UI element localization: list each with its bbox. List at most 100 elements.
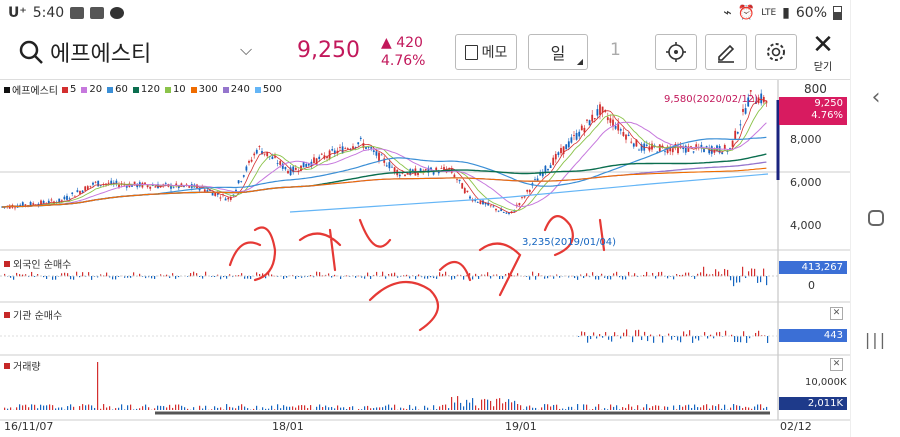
volume-bar [241,404,243,410]
candle-body [632,143,635,147]
foreign-bar [733,276,735,287]
volume-bar [100,408,102,410]
home-icon[interactable] [851,210,900,226]
foreign-bar [46,276,48,279]
candle-body [463,188,466,194]
volume-bar [358,409,360,410]
foreign-bar [154,276,156,279]
volume-bar [118,407,120,410]
settings-button[interactable] [755,34,797,70]
inst-bar [725,330,727,337]
inst-bar [650,334,652,337]
close-panel-icon[interactable]: ✕ [830,307,843,320]
foreign-bar [70,276,72,280]
foreign-bar [742,266,744,277]
volume-bar [622,407,624,410]
up-triangle-icon: ▲ [381,35,392,51]
foreign-bar [370,276,372,279]
foreign-bar [670,276,672,277]
volume-bar [655,405,657,410]
back-icon[interactable]: ‹ [851,85,900,110]
volume-bar [160,405,162,410]
foreign-bar [13,276,15,280]
price-tick: 4,000 [790,219,822,232]
foreign-bar [694,276,696,279]
volume-bar [544,404,546,410]
candle-body [567,141,570,148]
volume-bar [463,406,465,410]
candle-body [404,174,406,176]
candle-body [245,166,248,171]
stock-name: 에프에스티 [50,42,152,67]
volume-bar [586,404,588,410]
candle-body [534,179,536,181]
volume-bar [262,407,264,410]
draw-button[interactable] [705,34,747,70]
volume-bar [7,408,9,410]
volume-bar [166,407,168,410]
volume-bar [145,404,147,410]
gear-icon [767,43,785,61]
wifi-icon: ⌁ [723,5,732,21]
volume-bar [205,405,207,410]
close-button[interactable]: ✕ 닫기 [808,32,838,73]
candle-body [42,200,45,204]
close-panel-icon[interactable]: ✕ [830,358,843,371]
volume-bar [508,399,510,410]
volume-bar [319,404,321,410]
volume-bar [265,408,267,410]
volume-bar [724,404,726,410]
candle-body [580,125,583,131]
inst-bar [626,329,628,337]
foreign-bar [646,271,648,277]
volume-bar [763,408,765,410]
candle-body [466,190,469,192]
candle-body [588,120,591,126]
volume-bar [649,407,651,410]
stock-search[interactable]: 에프에스티 [18,36,151,68]
volume-bar [550,406,552,410]
candle-body [557,152,560,156]
inst-bar [677,336,679,341]
foreign-bar [442,273,444,277]
volume-bar [505,401,507,410]
volume-bar [619,409,621,410]
volume-bar [19,404,21,410]
volume-bar [595,406,597,410]
stock-chart[interactable] [0,80,850,437]
volume-bar [394,404,396,410]
candle-body [248,160,250,163]
volume-bar [682,406,684,410]
candle-body [440,167,443,169]
volume-bar [469,402,471,410]
volume-bar [61,407,63,410]
foreign-bar [490,276,492,279]
volume-bar [565,409,567,410]
chevron-down-icon[interactable]: ⌵ [240,40,252,60]
foreign-bar [394,272,396,277]
dropdown-corner-icon: ◢ [576,57,583,66]
volume-bar [475,405,477,410]
x-tick: 18/01 [272,420,304,433]
recents-icon[interactable]: ||| [851,330,900,349]
volume-bar [67,406,69,410]
volume-bar [181,405,183,410]
volume-bar [142,406,144,410]
foreign-bar [535,276,537,280]
candle-body [505,212,508,214]
volume-bar [361,409,363,410]
foreign-bar [178,276,180,278]
volume-bar [268,408,270,410]
foreign-zero: 0 [808,279,815,292]
period-select[interactable]: 일 ◢ [528,34,588,70]
foreign-bar [466,275,468,277]
period-number[interactable]: 1 [610,40,621,60]
low-annotation: 3,235(2019/01/04) [522,237,617,248]
candle-body [71,192,74,194]
volume-bar [703,405,705,410]
battery-label: 60% [795,5,827,21]
foreign-bar [226,276,228,279]
foreign-bar [706,273,708,277]
memo-button[interactable]: 메모 [455,34,517,70]
crosshair-button[interactable] [655,34,697,70]
